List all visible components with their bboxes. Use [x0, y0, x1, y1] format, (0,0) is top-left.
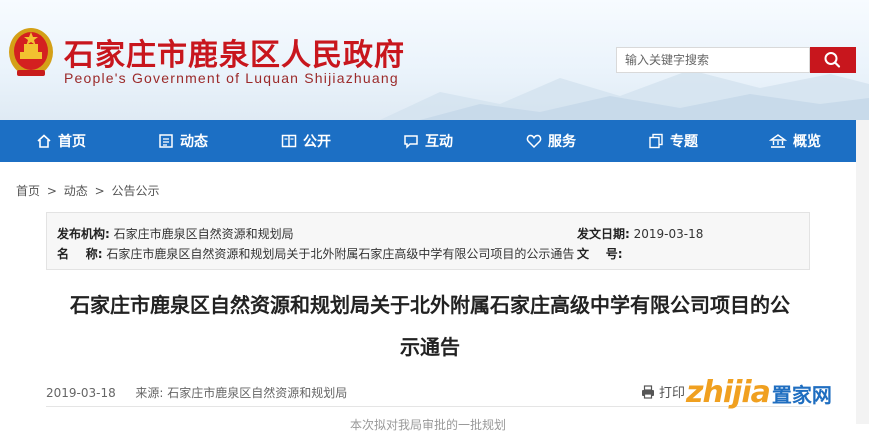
- search-icon: [824, 52, 841, 68]
- meta-publisher-label: 发布机构:: [57, 227, 110, 241]
- document-meta-box: 发布机构: 石家庄市鹿泉区自然资源和规划局 发文日期: 2019-03-18 名…: [46, 212, 810, 270]
- meta-publisher: 发布机构: 石家庄市鹿泉区自然资源和规划局: [57, 225, 294, 242]
- meta-name-label: 名 称:: [57, 247, 103, 261]
- book-icon: [281, 134, 297, 148]
- nav-item-news[interactable]: 动态: [158, 120, 208, 162]
- main-content: 首页 > 动态 > 公告公示 发布机构: 石家庄市鹿泉区自然资源和规划局 发文日…: [0, 162, 856, 432]
- copy-icon: [649, 133, 663, 149]
- meta-doc-no: 文 号:: [577, 245, 623, 262]
- article-info: 2019-03-18 来源: 石家庄市鹿泉区自然资源和规划局: [46, 384, 347, 401]
- search-button[interactable]: [810, 47, 856, 73]
- article-title: 石家庄市鹿泉区自然资源和规划局关于北外附属石家庄高级中学有限公司项目的公 示通告: [40, 284, 820, 368]
- nav-item-home[interactable]: 首页: [36, 120, 86, 162]
- breadcrumb-home[interactable]: 首页: [16, 184, 40, 198]
- nav-label: 专题: [670, 134, 698, 150]
- article-source: 石家庄市鹿泉区自然资源和规划局: [167, 386, 348, 400]
- site-subtitle: People's Government of Luquan Shijiazhua…: [64, 70, 399, 86]
- heart-icon: [526, 134, 542, 149]
- article-body: 本次拟对我局审批的一批规划: [350, 418, 507, 432]
- watermark-chinese: 置家网: [771, 383, 832, 407]
- landmark-icon: [769, 134, 787, 148]
- print-label: 打印: [659, 386, 686, 401]
- nav-label: 动态: [180, 134, 208, 150]
- nav-label: 概览: [793, 134, 821, 150]
- nav-item-open[interactable]: 公开: [281, 120, 331, 162]
- breadcrumb: 首页 > 动态 > 公告公示: [16, 182, 162, 199]
- watermark-latin: zhijia: [686, 375, 771, 410]
- nav-label: 互动: [425, 134, 453, 150]
- page-side-gutter: [856, 120, 869, 424]
- meta-doc-no-label: 文 号:: [577, 247, 623, 261]
- meta-date-value: 2019-03-18: [633, 227, 704, 241]
- zhijia-watermark-logo: zhijia 置家网: [686, 370, 832, 410]
- national-emblem-icon: [9, 28, 53, 76]
- breadcrumb-notices[interactable]: 公告公示: [111, 184, 159, 198]
- main-nav: 首页 动态 公开 互动 服务 专题 概览: [0, 120, 856, 162]
- breadcrumb-separator: >: [46, 184, 57, 198]
- breadcrumb-separator: >: [94, 184, 105, 198]
- printer-icon: [642, 384, 654, 399]
- meta-name: 名 称: 石家庄市鹿泉区自然资源和规划局关于北外附属石家庄高级中学有限公司项目的…: [57, 245, 574, 262]
- meta-date: 发文日期: 2019-03-18: [577, 225, 703, 242]
- article-title-line-1: 石家庄市鹿泉区自然资源和规划局关于北外附属石家庄高级中学有限公司项目的公: [70, 293, 790, 317]
- article-date: 2019-03-18: [46, 386, 116, 400]
- search-input[interactable]: [616, 47, 810, 73]
- nav-item-interact[interactable]: 互动: [403, 120, 453, 162]
- meta-date-label: 发文日期:: [577, 227, 630, 241]
- meta-name-value: 石家庄市鹿泉区自然资源和规划局关于北外附属石家庄高级中学有限公司项目的公示通告: [106, 247, 575, 261]
- nav-label: 服务: [548, 134, 576, 150]
- article-title-line-2: 示通告: [400, 335, 460, 359]
- meta-publisher-value: 石家庄市鹿泉区自然资源和规划局: [113, 227, 294, 241]
- site-title: 石家庄市鹿泉区人民政府: [64, 38, 405, 73]
- nav-item-topics[interactable]: 专题: [648, 120, 698, 162]
- site-header: 石家庄市鹿泉区人民政府 People's Government of Luqua…: [0, 0, 869, 120]
- print-button[interactable]: 打印: [641, 382, 685, 401]
- news-icon: [159, 134, 173, 148]
- nav-label: 首页: [58, 134, 86, 150]
- chat-icon: [404, 135, 418, 149]
- home-icon: [37, 134, 51, 148]
- article-source-label: 来源:: [135, 386, 164, 400]
- nav-label: 公开: [303, 134, 331, 150]
- nav-item-service[interactable]: 服务: [526, 120, 576, 162]
- breadcrumb-news[interactable]: 动态: [64, 184, 88, 198]
- nav-item-overview[interactable]: 概览: [769, 120, 821, 162]
